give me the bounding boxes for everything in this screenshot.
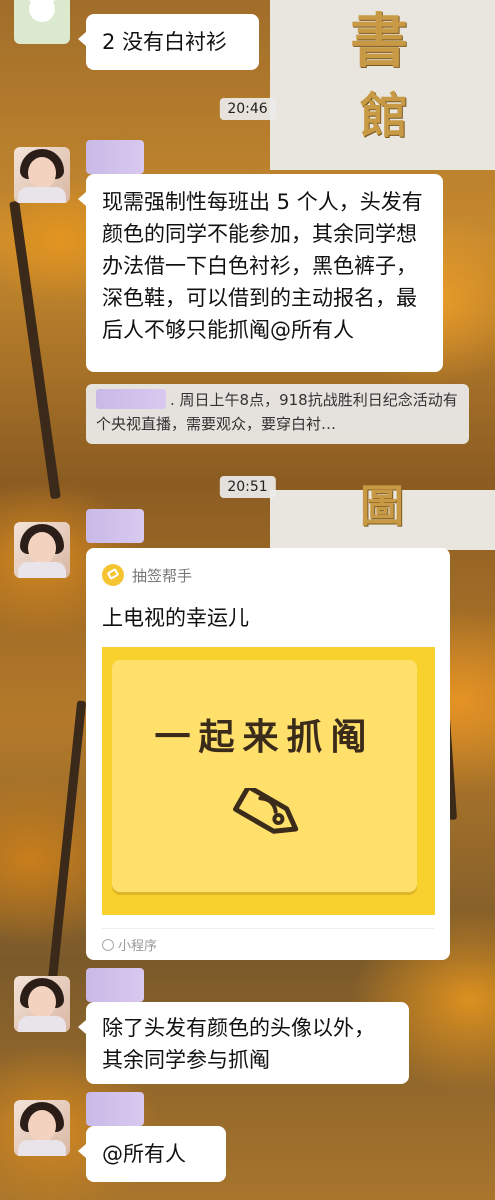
avatar[interactable] bbox=[14, 0, 70, 44]
mini-program-card[interactable]: 抽签帮手 上电视的幸运儿 一起来抓阄 小程序 bbox=[86, 548, 450, 960]
mini-program-title: 上电视的幸运儿 bbox=[102, 606, 249, 630]
mini-program-icon bbox=[102, 938, 114, 951]
avatar-face bbox=[28, 986, 56, 1018]
message-bubble[interactable]: 2 没有白衬衫 bbox=[78, 14, 259, 70]
sign-character: 書 bbox=[350, 7, 409, 75]
mini-program-header: 抽签帮手 bbox=[102, 564, 192, 586]
mini-program-label: 小程序 bbox=[118, 939, 158, 954]
sign-character: 圖 bbox=[360, 481, 404, 532]
message-text: 现需强制性每班出 5 个人，头发有颜色的同学不能参加，其余同学想办法借一下白色衬… bbox=[102, 190, 423, 342]
mini-program-app-name: 抽签帮手 bbox=[132, 566, 193, 585]
message-text: @所有人 bbox=[102, 1142, 186, 1166]
avatar[interactable] bbox=[14, 1100, 70, 1156]
bear-avatar-icon bbox=[29, 0, 55, 22]
sign-character: 館 bbox=[360, 88, 409, 144]
sender-name-redacted bbox=[86, 509, 144, 543]
sender-name-redacted bbox=[86, 140, 144, 174]
avatar-face bbox=[28, 157, 56, 189]
mini-program-cover: 一起来抓阄 bbox=[102, 647, 435, 915]
timestamp: 20:51 bbox=[219, 476, 276, 498]
tag-icon bbox=[233, 788, 299, 834]
mini-program-cover-panel: 一起来抓阄 bbox=[112, 660, 417, 892]
message-bubble[interactable]: 除了头发有颜色的头像以外，其余同学参与抓阄 bbox=[78, 1002, 409, 1084]
mini-program-footer: 小程序 bbox=[102, 928, 434, 954]
timestamp: 20:46 bbox=[219, 98, 276, 120]
quoted-sender-redacted bbox=[96, 389, 166, 409]
sender-name-redacted bbox=[86, 968, 144, 1002]
avatar-body bbox=[18, 187, 66, 203]
quoted-message[interactable]: . 周日上午8点，918抗战胜利日纪念活动有个央视直播，需要观众，要穿白衬… bbox=[86, 384, 469, 444]
sender-name-redacted bbox=[86, 1092, 144, 1126]
avatar-face bbox=[28, 532, 56, 564]
message-bubble[interactable]: 现需强制性每班出 5 个人，头发有颜色的同学不能参加，其余同学想办法借一下白色衬… bbox=[78, 174, 443, 372]
avatar[interactable] bbox=[14, 976, 70, 1032]
message-text: 除了头发有颜色的头像以外，其余同学参与抓阄 bbox=[102, 1016, 375, 1072]
message-bubble[interactable]: @所有人 bbox=[78, 1126, 226, 1182]
avatar-face bbox=[28, 1110, 56, 1142]
tree-trunk bbox=[9, 200, 61, 500]
mini-program-cover-text: 一起来抓阄 bbox=[154, 717, 375, 758]
avatar[interactable] bbox=[14, 522, 70, 578]
avatar-body bbox=[18, 1140, 66, 1156]
avatar-body bbox=[18, 1016, 66, 1032]
tag-icon bbox=[102, 564, 124, 586]
message-text: 2 没有白衬衫 bbox=[102, 30, 228, 54]
avatar[interactable] bbox=[14, 147, 70, 203]
avatar-body bbox=[18, 562, 66, 578]
